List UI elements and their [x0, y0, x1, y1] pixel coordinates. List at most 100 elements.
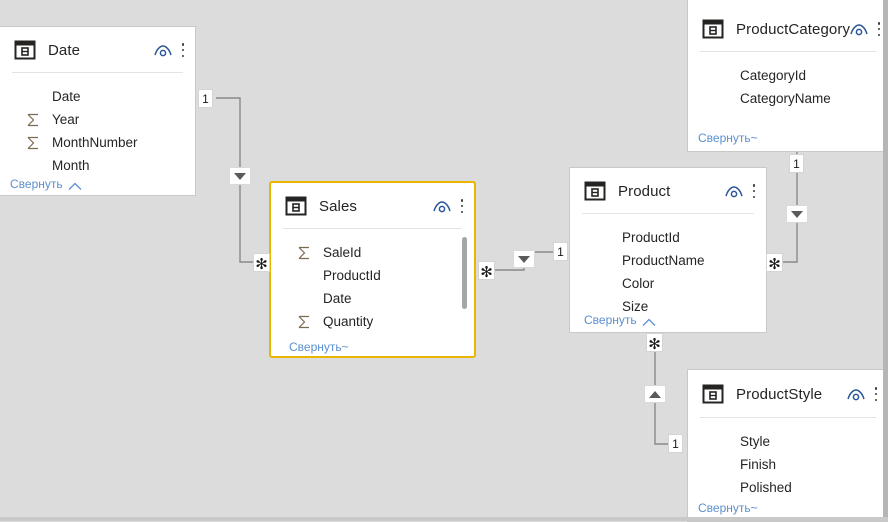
cardinality-badge-one-sales-product[interactable]: 1	[553, 242, 568, 261]
eye-icon[interactable]	[154, 43, 172, 57]
chevron-up-icon	[68, 180, 82, 190]
collapse-link-sales[interactable]: Свернуть~	[289, 340, 349, 354]
table-icon	[14, 40, 36, 60]
field-name: Date	[323, 291, 352, 306]
table-header-productstyle[interactable]: ProductStyle	[688, 370, 888, 418]
field-row[interactable]: MonthNumber	[0, 131, 195, 154]
field-list-product: ProductId ProductName Color Size	[570, 214, 766, 318]
collapse-label: Свернуть	[10, 177, 63, 191]
field-list-productcategory: CategoryId CategoryName	[688, 52, 888, 110]
table-card-product[interactable]: Product ProductId ProductName Color Size…	[569, 167, 767, 333]
field-row[interactable]: Year	[0, 108, 195, 131]
collapse-label: Свернуть~	[698, 131, 758, 145]
field-name: Finish	[740, 457, 777, 472]
cardinality-badge-many-date-sales[interactable]: ✻	[253, 253, 270, 272]
table-title: ProductStyle	[736, 385, 823, 403]
field-row[interactable]: Style	[688, 430, 888, 453]
collapse-label: Свернуть~	[698, 501, 758, 515]
field-row[interactable]: Quantity	[271, 310, 474, 333]
table-scrollbar-sales[interactable]	[462, 237, 467, 309]
eye-icon[interactable]	[847, 387, 865, 401]
cardinality-badge-one-product-productstyle[interactable]: 1	[668, 434, 683, 453]
canvas-bottom-edge	[0, 517, 888, 521]
collapse-label: Свернуть	[584, 313, 637, 327]
table-icon	[702, 384, 724, 404]
cardinality-badge-one-date-sales[interactable]: 1	[198, 89, 213, 108]
field-row[interactable]: Finish	[688, 453, 888, 476]
triangle-down-icon	[791, 210, 803, 218]
kebab-menu-icon[interactable]	[877, 21, 881, 37]
kebab-menu-icon[interactable]	[181, 42, 185, 58]
kebab-menu-icon[interactable]	[460, 198, 464, 214]
field-row[interactable]: ProductId	[570, 226, 766, 249]
field-row[interactable]: ProductId	[271, 264, 474, 287]
filter-direction-arrow-productcategory-product[interactable]	[786, 205, 808, 223]
field-name: Style	[740, 434, 771, 449]
cardinality-badge-many-sales-product[interactable]: ✻	[478, 261, 495, 280]
field-name: Size	[622, 299, 649, 314]
canvas-right-edge	[883, 0, 888, 521]
sigma-icon	[297, 246, 311, 260]
field-row[interactable]: Month	[0, 154, 195, 177]
kebab-menu-icon[interactable]	[874, 386, 878, 402]
collapse-link-product[interactable]: Свернуть	[584, 313, 656, 327]
cardinality-badge-many-productcategory-product[interactable]: ✻	[766, 253, 783, 272]
eye-icon[interactable]	[433, 199, 451, 213]
table-title: Sales	[319, 197, 358, 215]
field-name: Color	[622, 276, 655, 291]
field-name: ProductId	[323, 268, 381, 283]
field-row[interactable]: SaleId	[271, 241, 474, 264]
sigma-icon	[26, 136, 40, 150]
triangle-down-icon	[518, 255, 530, 263]
table-card-sales[interactable]: Sales SaleId ProductId Date Quantity Све…	[269, 181, 476, 358]
field-name: MonthNumber	[52, 135, 138, 150]
field-list-sales: SaleId ProductId Date Quantity	[271, 229, 474, 333]
cardinality-badge-many-product-productstyle[interactable]: ✻	[646, 333, 663, 352]
field-row[interactable]: Date	[271, 287, 474, 310]
sigma-icon	[26, 113, 40, 127]
table-header-product[interactable]: Product	[570, 168, 766, 214]
field-name: CategoryId	[740, 68, 807, 83]
eye-icon[interactable]	[725, 184, 743, 198]
triangle-down-icon	[234, 172, 246, 180]
field-row[interactable]: ProductName	[570, 249, 766, 272]
field-name: Polished	[740, 480, 792, 495]
field-name: CategoryName	[740, 91, 831, 106]
collapse-link-productcategory[interactable]: Свернуть~	[698, 131, 758, 145]
table-card-date[interactable]: Date Date Year MonthNumber Month Свернут…	[0, 26, 196, 196]
field-name: Month	[52, 158, 90, 173]
cardinality-badge-one-productcategory-product[interactable]: 1	[789, 154, 804, 173]
table-card-productcategory[interactable]: ProductCategory CategoryId CategoryName …	[687, 0, 888, 152]
collapse-link-productstyle[interactable]: Свернуть~	[698, 501, 758, 515]
chevron-up-icon	[642, 316, 656, 326]
table-header-sales[interactable]: Sales	[271, 183, 474, 229]
field-list-productstyle: Style Finish Polished	[688, 418, 888, 499]
triangle-up-icon	[649, 390, 661, 398]
filter-direction-arrow-product-productstyle[interactable]	[644, 385, 666, 403]
filter-direction-arrow-sales-product[interactable]	[513, 250, 535, 268]
filter-direction-arrow-date-sales[interactable]	[229, 167, 251, 185]
field-name: Date	[52, 89, 81, 104]
field-row[interactable]: CategoryName	[688, 87, 888, 110]
field-row[interactable]: Polished	[688, 476, 888, 499]
field-name: ProductName	[622, 253, 705, 268]
table-title: Date	[48, 41, 81, 59]
table-icon	[285, 196, 307, 216]
table-title: Product	[618, 182, 671, 200]
eye-icon[interactable]	[850, 22, 868, 36]
table-icon	[702, 19, 724, 39]
table-card-productstyle[interactable]: ProductStyle Style Finish Polished Сверн…	[687, 369, 888, 522]
field-name: ProductId	[622, 230, 680, 245]
table-header-date[interactable]: Date	[0, 27, 195, 73]
table-header-productcategory[interactable]: ProductCategory	[688, 0, 888, 52]
field-row[interactable]: Color	[570, 272, 766, 295]
kebab-menu-icon[interactable]	[752, 183, 756, 199]
field-row[interactable]: CategoryId	[688, 64, 888, 87]
collapse-label: Свернуть~	[289, 340, 349, 354]
model-view-canvas[interactable]: Date Date Year MonthNumber Month Свернут…	[0, 0, 888, 522]
collapse-link-date[interactable]: Свернуть	[10, 177, 82, 191]
field-list-date: Date Year MonthNumber Month	[0, 73, 195, 177]
table-icon	[584, 181, 606, 201]
field-row[interactable]: Date	[0, 85, 195, 108]
table-title: ProductCategory	[736, 20, 851, 38]
